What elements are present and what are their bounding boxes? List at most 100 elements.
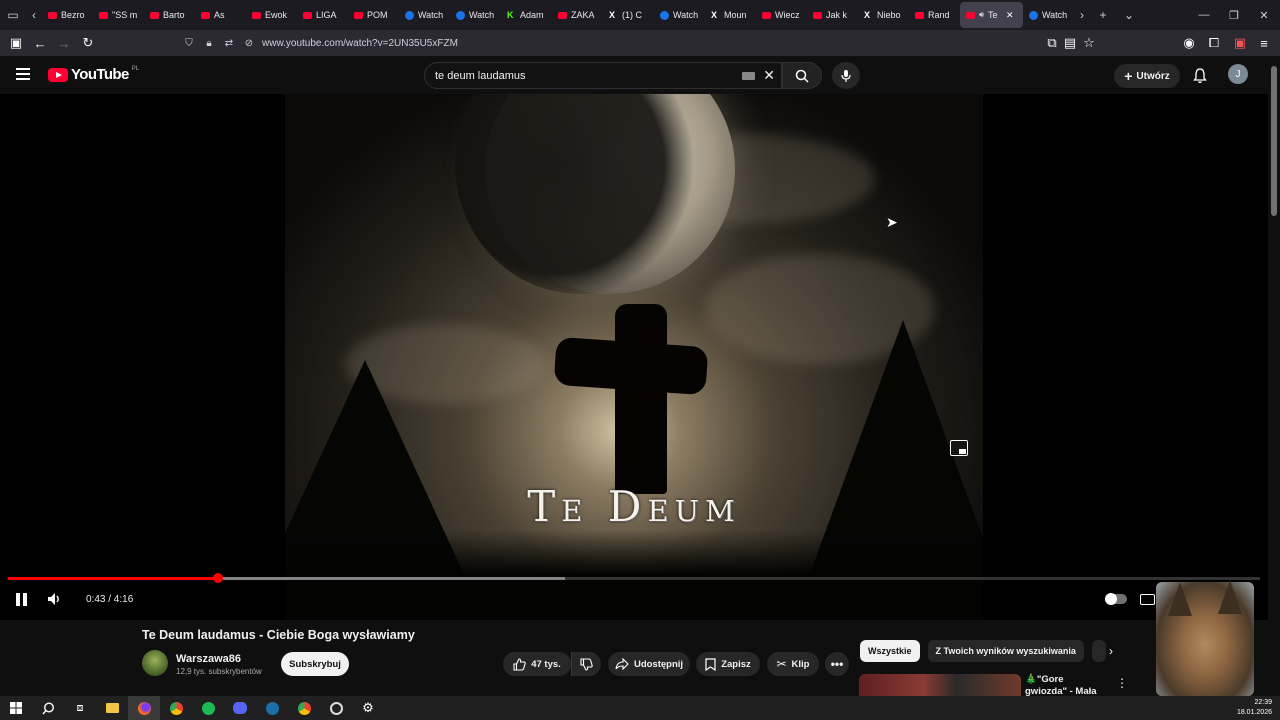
browser-tab[interactable]: Watch <box>654 2 705 28</box>
video-frame[interactable]: Te Deum <box>285 94 983 620</box>
progress-bar[interactable] <box>8 573 1260 583</box>
page-scrollbar[interactable] <box>1268 56 1280 696</box>
browser-tab[interactable]: Barto <box>144 2 195 28</box>
chrome-2-button[interactable] <box>288 696 320 720</box>
browser-tab[interactable]: Bezro <box>42 2 93 28</box>
firefox-button[interactable] <box>128 696 160 720</box>
permissions-icon[interactable]: ⇄ <box>222 38 236 49</box>
keyboard-icon[interactable] <box>742 71 756 80</box>
scroll-tabs-left-icon[interactable]: ‹ <box>26 0 42 30</box>
url-bar[interactable]: ⛉ 🔒︎ ⇄ ⊘ www.youtube.com/watch?v=2UN35U5… <box>178 32 1100 54</box>
browser-tab[interactable]: POM <box>348 2 399 28</box>
discord-button[interactable] <box>224 696 256 720</box>
channel-avatar[interactable] <box>142 650 168 676</box>
browser-tab[interactable]: X Moun <box>705 2 756 28</box>
chrome-button[interactable] <box>160 696 192 720</box>
youtube-logo[interactable]: YouTube PL <box>48 66 139 83</box>
tab-list-dropdown-icon[interactable]: ⌄ <box>1116 0 1142 30</box>
scroll-tabs-right-icon[interactable]: › <box>1074 0 1090 30</box>
tab-overview-icon[interactable]: ▭ <box>0 0 26 30</box>
channel-name[interactable]: Warszawa86 <box>176 653 241 665</box>
account-avatar[interactable]: J <box>1228 64 1248 84</box>
like-count: 47 tys. <box>531 658 561 670</box>
browser-tab[interactable]: X (1) C <box>603 2 654 28</box>
autoplay-toggle[interactable] <box>1104 589 1128 609</box>
subtitles-button[interactable] <box>1138 589 1156 609</box>
chip-all[interactable]: Wszystkie <box>860 640 920 662</box>
url-text[interactable]: www.youtube.com/watch?v=2UN35U5xFZM <box>262 38 458 49</box>
browser-tab[interactable]: K Adam <box>501 2 552 28</box>
create-button[interactable]: + Utwórz <box>1114 64 1180 88</box>
task-view-button[interactable]: ⧈ <box>64 696 96 720</box>
extensions-icon[interactable]: ⧠ <box>1202 31 1226 55</box>
browser-tab[interactable]: Jak k <box>807 2 858 28</box>
chip-from-search[interactable]: Z Twoich wyników wyszukiwania <box>927 640 1084 662</box>
close-window-icon[interactable]: ✕ <box>1248 0 1280 30</box>
search-taskbar-button[interactable] <box>32 696 64 720</box>
browser-tab[interactable]: X Niebo <box>858 2 909 28</box>
tab-label: Bezro <box>61 10 85 20</box>
save-button[interactable]: Zapisz <box>696 652 760 676</box>
obs-button[interactable] <box>320 696 352 720</box>
scrollbar-thumb[interactable] <box>1271 66 1277 216</box>
sidebar-toggle-icon[interactable]: ▣ <box>4 31 28 55</box>
pause-button[interactable] <box>12 589 32 609</box>
subscribe-button[interactable]: Subskrybuj <box>281 652 349 676</box>
browser-tab[interactable]: 🔊︎ Te ✕ <box>960 2 1023 28</box>
browser-tab[interactable]: Watch <box>450 2 501 28</box>
back-icon[interactable]: ← <box>28 31 52 55</box>
spotify-button[interactable] <box>192 696 224 720</box>
more-actions-button[interactable]: ••• <box>825 652 849 676</box>
dislike-button[interactable] <box>571 652 601 676</box>
account-icon[interactable]: ◉ <box>1177 31 1201 55</box>
voice-search-button[interactable] <box>832 62 860 89</box>
search-button[interactable] <box>782 62 822 89</box>
browser-tab[interactable]: Watch <box>399 2 450 28</box>
recommended-thumbnail[interactable] <box>859 674 1021 696</box>
search-input[interactable]: te deum laudamus ✕ <box>424 62 782 89</box>
search-value[interactable]: te deum laudamus <box>435 70 742 82</box>
share-button[interactable]: Udostępnij <box>608 652 690 676</box>
browser-tab[interactable]: ZAKA <box>552 2 603 28</box>
browser-tab[interactable]: As <box>195 2 246 28</box>
restore-icon[interactable]: ❐ <box>1218 0 1250 30</box>
bookmark-star-icon[interactable]: ☆ <box>1077 31 1101 55</box>
reload-icon[interactable]: ↻ <box>76 31 100 55</box>
video-player[interactable]: Te Deum ➤ 0:43 / 4:16 <box>0 94 1268 620</box>
clear-search-icon[interactable]: ✕ <box>763 67 775 84</box>
like-button[interactable]: 47 tys. <box>503 652 571 676</box>
system-clock[interactable]: 22:39 18.01.2026 <box>1237 696 1272 720</box>
webcam-overlay <box>1156 580 1254 696</box>
shield-icon[interactable]: ⛉ <box>182 38 196 49</box>
steam-button[interactable] <box>256 696 288 720</box>
browser-tab[interactable]: Rand <box>909 2 960 28</box>
miniplayer-icon[interactable] <box>950 440 968 456</box>
clip-button[interactable]: ✂ Klip <box>767 652 819 676</box>
youtube-favicon-icon <box>813 11 822 19</box>
settings-button[interactable]: ⚙ <box>352 696 384 720</box>
forward-icon[interactable]: → <box>52 31 76 55</box>
browser-tab[interactable]: Wiecz <box>756 2 807 28</box>
minimize-icon[interactable]: — <box>1188 0 1220 30</box>
volume-button[interactable] <box>44 589 66 609</box>
browser-tab[interactable]: Watch <box>1023 2 1074 28</box>
camera-off-icon[interactable]: ⊘ <box>242 38 256 49</box>
menu-icon[interactable]: ≡ <box>1252 31 1276 55</box>
chips-next-icon[interactable]: › <box>1100 640 1122 662</box>
browser-tab[interactable]: LIGA <box>297 2 348 28</box>
scrubber-handle[interactable] <box>213 573 224 583</box>
more-vertical-icon[interactable]: ⋮ <box>1116 676 1128 690</box>
x-favicon-icon: X <box>864 10 871 20</box>
start-button[interactable] <box>0 696 32 720</box>
speaker-icon[interactable]: 🔊︎ <box>979 10 984 20</box>
addon-icon[interactable]: ▣ <box>1228 31 1252 55</box>
notifications-button[interactable] <box>1190 66 1210 86</box>
file-explorer-button[interactable] <box>96 696 128 720</box>
browser-tab[interactable]: Ewok <box>246 2 297 28</box>
new-tab-icon[interactable]: + <box>1090 0 1116 30</box>
guide-menu-icon[interactable] <box>16 68 32 80</box>
x-favicon-icon: X <box>609 10 616 20</box>
browser-tab[interactable]: "SS m <box>93 2 144 28</box>
close-tab-icon[interactable]: ✕ <box>1006 10 1014 21</box>
lock-icon[interactable]: 🔒︎ <box>202 38 216 49</box>
